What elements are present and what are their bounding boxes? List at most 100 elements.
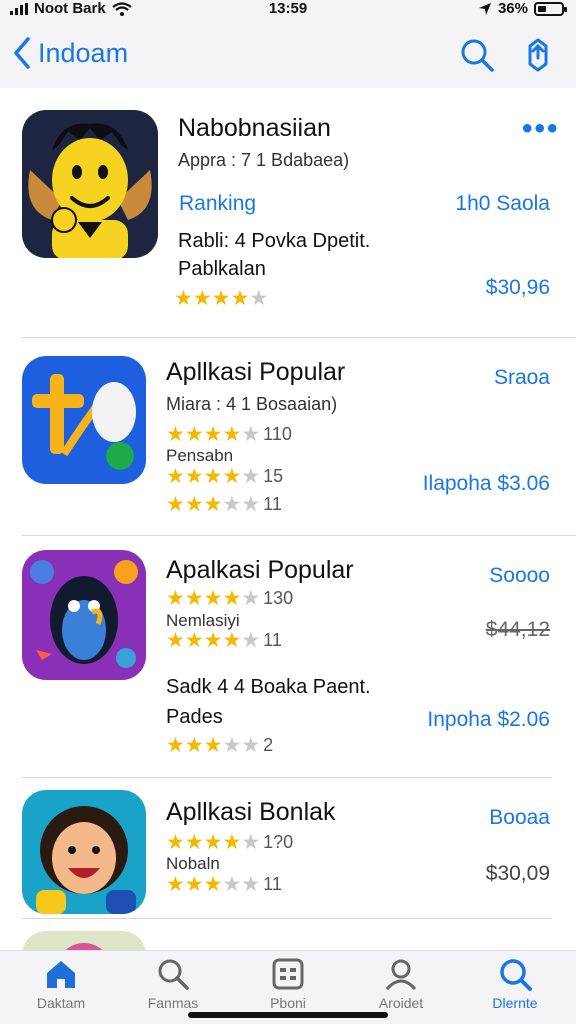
app-label: Pensabn: [166, 446, 234, 465]
battery-percent: 36%: [497, 0, 528, 17]
star-empty-icon: ★: [241, 423, 261, 446]
app-title[interactable]: Apllkasi Popular: [166, 358, 345, 387]
rating-count: 11: [263, 630, 282, 650]
app-label: Nemlasiyi: [166, 611, 240, 630]
tab-search[interactable]: Fanmas: [118, 957, 228, 1011]
star-filled-icon: ★: [192, 287, 212, 310]
star-filled-icon: ★: [174, 287, 193, 310]
tab-label: Aroidet: [378, 995, 424, 1011]
star-filled-icon: ★: [211, 287, 231, 310]
star-rating: ★ ★ ★ ★ ★: [174, 288, 268, 309]
star-filled-icon: ★: [222, 423, 242, 446]
tab-home[interactable]: Daktam: [6, 957, 116, 1011]
star-empty-icon: ★: [241, 465, 261, 488]
app-desc-line2: Pades: [166, 706, 223, 728]
search-icon[interactable]: [458, 36, 496, 74]
tab-discover[interactable]: Dlernte: [460, 957, 570, 1011]
star-filled-icon: ★: [184, 465, 204, 488]
tab-label: Dlernte: [492, 995, 538, 1011]
app-icon-partial[interactable]: [22, 931, 146, 950]
star-filled-icon: ★: [166, 734, 185, 757]
tab-apps[interactable]: Pboni: [233, 957, 343, 1011]
app-title[interactable]: Apalkasi Popular: [166, 556, 354, 585]
chevron-left-icon: [14, 37, 30, 69]
home-icon: [47, 961, 75, 988]
app-list-item[interactable]: Apllkasi Bonlak Booaa ★ ★ ★ ★ ★ 1?0 Nobaln $3…: [0, 778, 576, 918]
rating-count: 2: [263, 735, 274, 755]
star-filled-icon: ★: [184, 873, 204, 896]
featured-app-title[interactable]: Nabobnasiian: [178, 114, 331, 143]
star-filled-icon: ★: [222, 465, 242, 488]
app-icon-cartoon-creature[interactable]: [22, 550, 146, 680]
star-filled-icon: ★: [203, 423, 223, 446]
app-list-item-partial[interactable]: [0, 919, 576, 950]
app-label: Nobaln: [166, 854, 220, 873]
star-rating: ★ ★ ★ ★ ★ 2: [166, 735, 273, 756]
status-bar: Noot Bark 13:59 36%: [0, 0, 576, 22]
star-filled-icon: ★: [222, 587, 242, 610]
star-filled-icon: ★: [203, 493, 223, 516]
star-filled-icon: ★: [203, 831, 223, 854]
star-rating: ★ ★ ★ ★ ★ 1?0: [166, 832, 293, 853]
star-filled-icon: ★: [166, 831, 185, 854]
app-list-item[interactable]: Apllkasi Popular Sraoa Miara : 4 1 Bosaa…: [0, 338, 576, 535]
rating-count: 15: [263, 466, 284, 486]
star-filled-icon: ★: [184, 734, 204, 757]
app-subtitle: Miara : 4 1 Bosaaian): [166, 394, 338, 414]
rating-count: 110: [263, 424, 292, 444]
star-empty-icon: ★: [241, 873, 261, 896]
share-icon[interactable]: [519, 36, 557, 74]
star-filled-icon: ★: [203, 629, 223, 652]
back-button[interactable]: Indoam: [12, 36, 128, 70]
star-filled-icon: ★: [230, 287, 250, 310]
tab-account[interactable]: Aroidet: [346, 957, 456, 1011]
star-filled-icon: ★: [166, 423, 185, 446]
star-filled-icon: ★: [184, 493, 204, 516]
star-filled-icon: ★: [203, 734, 223, 757]
location-icon: [478, 2, 491, 15]
star-filled-icon: ★: [166, 873, 185, 896]
tab-label: Pboni: [270, 995, 306, 1011]
app-icon-cartoon-character[interactable]: [22, 110, 158, 258]
tab-label: Daktam: [36, 995, 86, 1011]
ranking-value[interactable]: 1h0 Saola: [455, 192, 550, 216]
star-rating: ★ ★ ★ ★ ★ 15: [166, 466, 283, 487]
person-icon: [385, 959, 417, 991]
featured-app[interactable]: Nabobnasiian ••• Appra : 7 1 Bdabaea) Ra…: [0, 88, 576, 338]
rating-count: 1?0: [263, 832, 294, 852]
rating-count: 11: [263, 494, 282, 514]
rating-count: 11: [263, 874, 282, 894]
star-filled-icon: ★: [166, 465, 185, 488]
star-empty-icon: ★: [241, 493, 261, 516]
app-link[interactable]: Sraoa: [494, 366, 550, 390]
app-icon-smiling-face[interactable]: [22, 790, 146, 914]
app-list: Nabobnasiian ••• Appra : 7 1 Bdabaea) Ra…: [0, 88, 576, 950]
star-filled-icon: ★: [203, 465, 223, 488]
star-rating: ★ ★ ★ ★ ★ 11: [166, 494, 282, 515]
app-price[interactable]: $30,09: [486, 862, 550, 886]
star-empty-icon: ★: [222, 493, 242, 516]
featured-app-subtitle: Appra : 7 1 Bdabaea): [178, 150, 350, 170]
tab-label: Fanmas: [147, 995, 199, 1011]
app-desc-line1: Sadk 4 4 Boaka Paent.: [166, 676, 371, 698]
app-title[interactable]: Apllkasi Bonlak: [166, 798, 336, 827]
star-filled-icon: ★: [166, 629, 185, 652]
star-empty-icon: ★: [222, 734, 242, 757]
star-filled-icon: ★: [184, 629, 204, 652]
app-old-price: $44,12: [485, 618, 550, 641]
search-icon: [500, 959, 532, 991]
ranking-link[interactable]: Ranking: [179, 192, 256, 216]
star-filled-icon: ★: [184, 587, 204, 610]
app-link[interactable]: Booaa: [489, 806, 550, 830]
app-link[interactable]: Soooo: [489, 564, 550, 588]
back-label: Indoam: [38, 37, 129, 68]
app-list-item[interactable]: Apalkasi Popular Soooo ★ ★ ★ ★ ★ 130 Nemlasiy…: [0, 536, 576, 777]
app-price[interactable]: Inpoha $2.06: [427, 708, 550, 732]
app-price[interactable]: Ilapoha $3.06: [423, 472, 550, 496]
nav-bar: Indoam: [0, 22, 576, 88]
star-filled-icon: ★: [184, 831, 204, 854]
more-dots-icon[interactable]: •••: [522, 112, 560, 146]
star-rating: ★ ★ ★ ★ ★ 130: [166, 588, 293, 609]
featured-price[interactable]: $30,96: [486, 276, 550, 300]
app-icon-abstract-shapes[interactable]: [22, 356, 146, 484]
